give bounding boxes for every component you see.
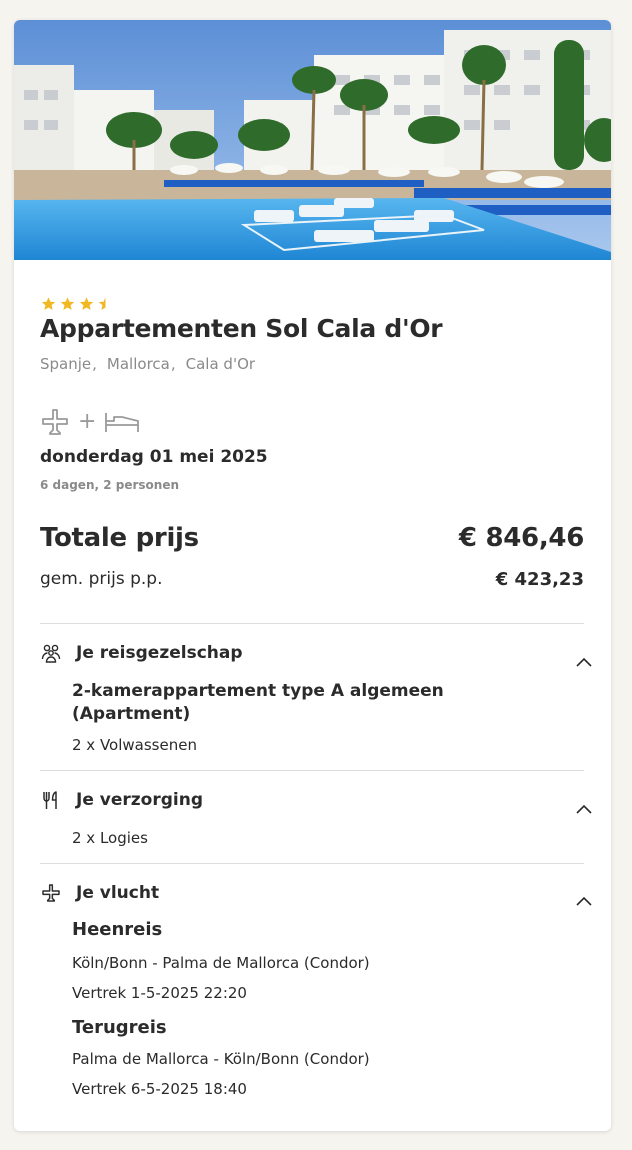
total-price-value: € 846,46 — [458, 523, 584, 553]
divider — [40, 770, 584, 771]
cutlery-icon — [40, 789, 62, 811]
location-city: Cala d'Or — [185, 355, 256, 373]
per-person-price-value: € 423,23 — [495, 569, 584, 590]
divider — [40, 623, 584, 624]
plane-icon — [42, 409, 68, 435]
chevron-up-icon[interactable] — [575, 656, 593, 668]
section-header-flight[interactable]: Je vlucht — [40, 882, 159, 904]
trip-duration: 6 dagen, 2 personen — [40, 478, 180, 492]
star-rating — [40, 296, 114, 312]
room-type-line-2: (Apartment) — [72, 704, 191, 724]
package-type: + — [40, 408, 140, 436]
outbound-departure: Vertrek 1-5-2025 22:20 — [72, 984, 247, 1002]
board-type: 2 x Logies — [72, 829, 148, 847]
travellers: 2 x Volwassenen — [72, 736, 197, 754]
outbound-route: Köln/Bonn - Palma de Mallorca (Condor) — [72, 954, 370, 972]
location-country: Spanje — [40, 355, 92, 373]
divider — [40, 863, 584, 864]
return-title: Terugreis — [72, 1017, 167, 1038]
bed-icon — [105, 413, 140, 432]
hotel-location: Spanje, Mallorca, Cala d'Or — [40, 355, 256, 373]
section-header-board[interactable]: Je verzorging — [40, 789, 203, 811]
return-departure: Vertrek 6-5-2025 18:40 — [72, 1080, 247, 1098]
departure-date: donderdag 01 mei 2025 — [40, 447, 268, 467]
star-full-icon — [79, 297, 94, 310]
group-icon — [40, 642, 62, 664]
chevron-up-icon[interactable] — [575, 803, 593, 815]
section-title: Je verzorging — [76, 790, 203, 810]
star-half-icon — [98, 297, 106, 310]
location-region: Mallorca — [106, 355, 170, 373]
plane-icon — [40, 882, 62, 904]
total-price-label: Totale prijs — [40, 523, 199, 553]
section-title: Je vlucht — [76, 883, 160, 903]
room-type-line-1: 2-kamerappartement type A algemeen — [72, 681, 444, 701]
hotel-photo — [14, 20, 611, 260]
booking-summary-card: Appartementen Sol Cala d'Or Spanje, Mall… — [14, 20, 611, 1131]
plus-sign: + — [78, 409, 97, 434]
section-header-company[interactable]: Je reisgezelschap — [40, 642, 243, 664]
star-full-icon — [60, 297, 75, 310]
return-route: Palma de Mallorca - Köln/Bonn (Condor) — [72, 1050, 370, 1068]
section-title: Je reisgezelschap — [76, 643, 243, 663]
chevron-up-icon[interactable] — [575, 895, 593, 907]
star-full-icon — [41, 297, 56, 310]
hotel-name: Appartementen Sol Cala d'Or — [40, 314, 443, 343]
per-person-price-label: gem. prijs p.p. — [40, 569, 163, 589]
outbound-title: Heenreis — [72, 919, 163, 940]
